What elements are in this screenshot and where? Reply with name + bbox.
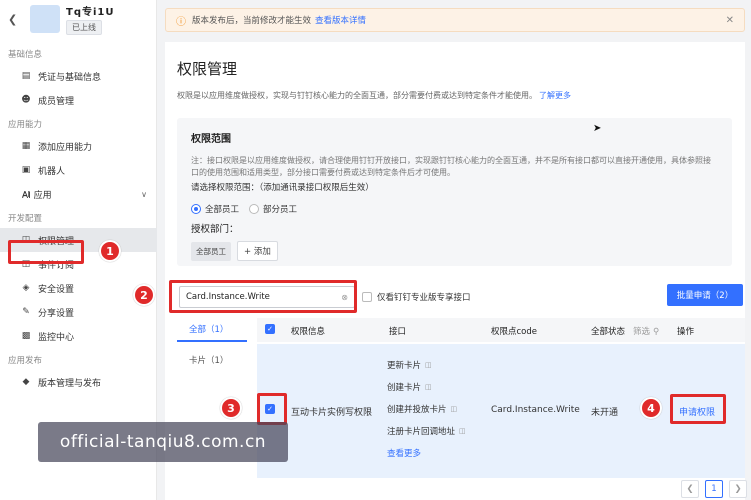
sidebar-item-ai[interactable]: AI AI 应用 ∨ xyxy=(0,182,157,206)
chevron-down-icon[interactable]: ∨ xyxy=(141,190,147,199)
sidebar-item-robot[interactable]: ▣ 机器人 xyxy=(0,158,157,182)
page-number[interactable]: 1 xyxy=(705,480,723,498)
app-name: Tq专i1U xyxy=(66,7,115,18)
annotation-box-2 xyxy=(169,280,357,313)
annotation-box-1 xyxy=(8,240,84,264)
radio-label: 全部员工 xyxy=(205,205,240,215)
radio-all-staff[interactable]: 全部员工 xyxy=(191,203,239,215)
sidebar-item-label: 版本管理与发布 xyxy=(38,378,102,389)
credential-icon: ▤ xyxy=(21,71,31,81)
version-icon: ◆ xyxy=(22,377,30,387)
radio-label: 部分员工 xyxy=(263,205,298,215)
api-list: 更新卡片 ◫ 创建卡片 ◫ 创建并投放卡片 ◫ 注册卡片回调地址 ◫ 查看更多 xyxy=(387,354,466,464)
list-item: 更新卡片 ◫ xyxy=(387,361,432,371)
sidebar-group-dev: 开发配置 xyxy=(8,214,43,224)
filter-label: 筛选 xyxy=(633,327,651,337)
checkbox[interactable] xyxy=(362,292,372,302)
warning-icon: ⓘ xyxy=(176,16,186,28)
category-all[interactable]: 全部（1） xyxy=(177,318,247,342)
annotation-box-3 xyxy=(257,393,287,425)
scope-prompt: 请选择权限范围：（添加通讯录接口权限后生效） xyxy=(191,183,374,193)
sidebar-item-credentials[interactable]: ▤ 凭证与基础信息 xyxy=(0,64,157,88)
prev-page-button[interactable]: ❮ xyxy=(681,480,699,498)
annotation-box-4 xyxy=(670,394,726,424)
scope-card: 权限范围 注：接口权限是以应用维度做授权，请合理使用钉钉开放接口，实现跟钉钉核心… xyxy=(177,118,732,266)
permission-status: 未开通 xyxy=(591,408,619,418)
annotation-badge-2: 2 xyxy=(133,284,155,306)
page-desc: 权限是以应用维度做授权，实现与钉钉核心能力的全面互通，部分需要付费或达到特定条件… xyxy=(177,90,571,101)
member-icon: ☻ xyxy=(21,95,31,105)
banner-text: 版本发布后，当前修改才能生效 xyxy=(192,16,312,26)
sidebar-item-share[interactable]: ✎ 分享设置 xyxy=(0,300,157,324)
banner-link[interactable]: 查看版本详情 xyxy=(315,14,366,26)
permission-name: 互动卡片实例写权限 xyxy=(291,408,373,418)
doc-icon[interactable]: ◫ xyxy=(451,405,458,413)
col-info: 权限信息 xyxy=(291,327,326,337)
sidebar-item-label: AI 应用 xyxy=(22,190,52,201)
robot-icon: ▣ xyxy=(21,165,31,175)
status-badge: 已上线 xyxy=(66,20,102,35)
radio-part-staff[interactable]: 部分员工 xyxy=(249,203,297,215)
col-status: 全部状态 xyxy=(591,327,626,337)
sidebar-item-label: 机器人 xyxy=(38,166,66,177)
list-item: 创建卡片 ◫ xyxy=(387,383,432,393)
sidebar-item-label: 添加应用能力 xyxy=(38,142,93,153)
doc-icon[interactable]: ◫ xyxy=(425,361,432,369)
checkbox-label: 仅看钉钉专业版专享接口 xyxy=(377,293,471,303)
app-header: ❮ Tq专i1U 已上线 xyxy=(0,0,156,38)
col-api: 接口 xyxy=(389,327,407,337)
sidebar-item-label: 成员管理 xyxy=(38,96,75,107)
doc-icon[interactable]: ◫ xyxy=(425,383,432,391)
sidebar-group-capability: 应用能力 xyxy=(8,120,43,130)
scope-note: 注：接口权限是以应用维度做授权，请合理使用钉钉开放接口，实现跟钉钉核心能力的全面… xyxy=(191,156,711,177)
sidebar-item-label: 凭证与基础信息 xyxy=(38,72,102,83)
page-desc-text: 权限是以应用维度做授权，实现与钉钉核心能力的全面互通，部分需要付费或达到特定条件… xyxy=(177,91,537,100)
table-header: ✓ 权限信息 接口 权限点code 全部状态 筛选 ⚲ 操作 xyxy=(257,318,745,342)
select-all-checkbox[interactable]: ✓ xyxy=(265,324,275,334)
filter-icon: ⚲ xyxy=(653,327,660,337)
grid-icon: ▦ xyxy=(21,141,31,151)
annotation-badge-3: 3 xyxy=(220,397,242,419)
permission-code: Card.Instance.Write xyxy=(491,405,580,415)
share-icon: ✎ xyxy=(22,307,30,317)
release-banner: ⓘ 版本发布后，当前修改才能生效 查看版本详情 ✕ xyxy=(165,8,745,32)
back-icon[interactable]: ❮ xyxy=(8,13,22,26)
list-item: 创建并投放卡片 ◫ xyxy=(387,405,458,415)
pagination: ❮ 1 ❯ xyxy=(675,480,747,498)
monitor-icon: ▩ xyxy=(21,331,31,341)
sidebar-group-basic: 基础信息 xyxy=(8,50,43,60)
col-action: 操作 xyxy=(677,327,695,337)
sidebar-item-add-capability[interactable]: ▦ 添加应用能力 xyxy=(0,134,157,158)
category-card[interactable]: 卡片（1） xyxy=(177,354,228,366)
list-item: 注册卡片回调地址 ◫ xyxy=(387,427,466,437)
col-code: 权限点code xyxy=(491,327,537,337)
annotation-badge-4: 4 xyxy=(640,397,662,419)
scope-title: 权限范围 xyxy=(191,134,231,145)
shield-icon: ◈ xyxy=(22,283,30,293)
mouse-cursor-icon: ➤ xyxy=(593,123,602,134)
doc-icon[interactable]: ◫ xyxy=(459,427,466,435)
status-filter[interactable]: 筛选 ⚲ xyxy=(633,325,659,337)
watermark: official-tanqiu8.com.cn xyxy=(38,422,288,462)
sidebar-group-release: 应用发布 xyxy=(8,356,43,366)
annotation-badge-1: 1 xyxy=(99,240,121,262)
sidebar-item-members[interactable]: ☻ 成员管理 xyxy=(0,88,157,112)
dept-tag: 全部员工 xyxy=(191,241,231,261)
close-icon[interactable]: ✕ xyxy=(726,15,734,26)
permission-table: ✓ 权限信息 接口 权限点code 全部状态 筛选 ⚲ 操作 ✓ 互动卡片实例写权… xyxy=(257,318,745,478)
sidebar-item-label: 安全设置 xyxy=(38,284,75,295)
batch-apply-button[interactable]: 批量申请（2） xyxy=(667,284,743,306)
app-logo xyxy=(30,5,60,33)
learn-more-link[interactable]: 了解更多 xyxy=(539,91,571,100)
sidebar-item-label: 监控中心 xyxy=(38,332,75,343)
sidebar-item-monitor[interactable]: ▩ 监控中心 xyxy=(0,324,157,348)
sidebar-item-version[interactable]: ◆ 版本管理与发布 xyxy=(0,370,157,394)
see-more-link[interactable]: 查看更多 xyxy=(387,447,421,459)
page-title: 权限管理 xyxy=(177,60,238,78)
sidebar-item-label: 分享设置 xyxy=(38,308,75,319)
only-pro-checkbox[interactable]: 仅看钉钉专业版专享接口 xyxy=(362,291,471,303)
next-page-button[interactable]: ❯ xyxy=(729,480,747,498)
dept-label: 授权部门： xyxy=(191,224,239,235)
add-dept-button[interactable]: + 添加 xyxy=(237,241,278,261)
